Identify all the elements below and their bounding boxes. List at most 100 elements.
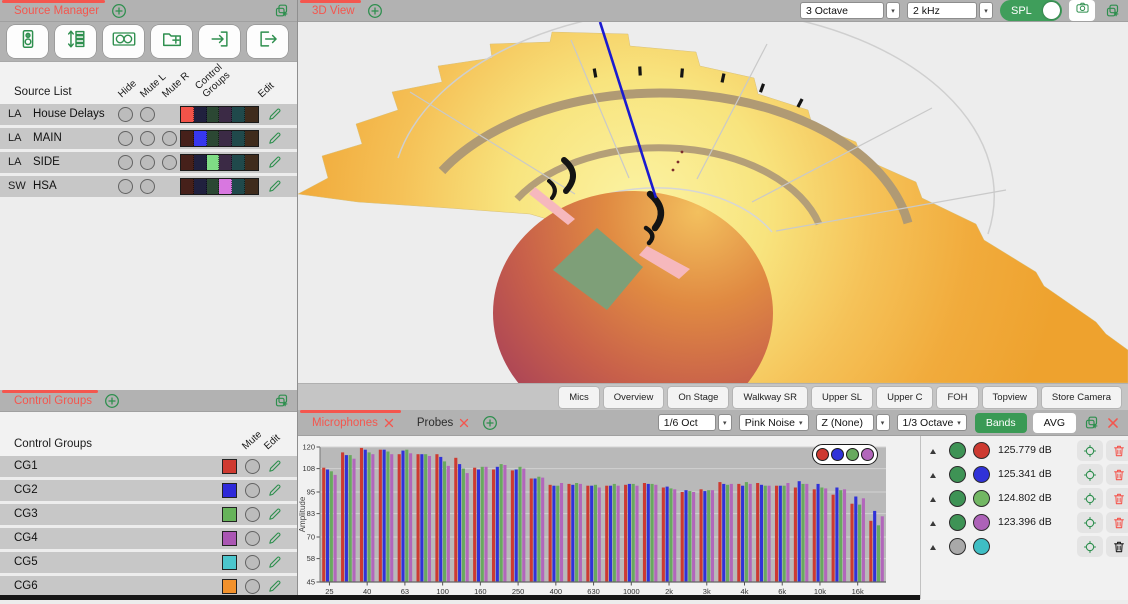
measurement-state-toggle[interactable] [949, 514, 966, 531]
source-row[interactable]: LASIDE [0, 152, 297, 173]
cg-assignment-swatch[interactable] [181, 155, 194, 170]
cg-assignment-swatch[interactable] [194, 131, 207, 146]
cg-assignment-swatch[interactable] [245, 131, 258, 146]
edit-control-group-button pencil-icon[interactable] [267, 507, 282, 522]
locate-probe-button[interactable] [1077, 440, 1103, 461]
measurement-color-swatch[interactable] [973, 442, 990, 459]
toolbar-point-source-button[interactable] [7, 25, 48, 58]
tab-source-manager[interactable]: Source Manager [0, 0, 107, 21]
spl-toggle[interactable]: SPL [1000, 0, 1062, 21]
add-measurement-tab-button[interactable] [482, 415, 498, 431]
measurement-state-toggle[interactable] [949, 466, 966, 483]
expand-triangle-icon[interactable] [930, 521, 936, 526]
edit-source-button pencil-icon[interactable] [267, 155, 282, 170]
control-group-row[interactable]: CG4 [0, 528, 297, 549]
control-group-color-swatch[interactable] [222, 531, 237, 546]
edit-source-button pencil-icon[interactable] [267, 131, 282, 146]
camera-preset-topview[interactable]: Topview [983, 387, 1037, 408]
cg-assignment-swatch[interactable] [219, 107, 232, 122]
resolution-dropdown[interactable]: 1/6 Oct [658, 414, 716, 431]
control-group-row[interactable]: CG5 [0, 552, 297, 573]
source-row[interactable]: LAHouse Delays [0, 104, 297, 125]
measurement-state-toggle[interactable] [949, 538, 966, 555]
expand-triangle-icon[interactable] [930, 473, 936, 478]
add-source-tab-button[interactable] [111, 3, 127, 19]
signal-dropdown[interactable]: Pink Noise▾ [739, 414, 809, 431]
mute-toggle[interactable] [245, 531, 260, 546]
cg-assignment-swatch[interactable] [207, 107, 220, 122]
camera-preset-upper-sl[interactable]: Upper SL [812, 387, 872, 408]
bands-button[interactable]: Bands [975, 413, 1027, 433]
close-panel-icon[interactable] [1106, 416, 1120, 430]
camera-preset-upper-c[interactable]: Upper C [877, 387, 932, 408]
cg-assignment-swatch[interactable] [245, 107, 258, 122]
duplicate-panel-icon[interactable] [1105, 3, 1120, 18]
mute-toggle[interactable] [245, 579, 260, 594]
cg-assignment-swatch[interactable] [194, 179, 207, 194]
cg-assignment-swatch[interactable] [181, 179, 194, 194]
mute-l-toggle[interactable] [140, 107, 155, 122]
measurement-color-swatch[interactable] [973, 514, 990, 531]
cg-assignment-swatch[interactable] [194, 155, 207, 170]
tab-probes[interactable]: Probes [403, 410, 478, 435]
bandwidth-dropdown-arrow[interactable]: ▾ [886, 2, 900, 19]
resolution-dropdown-arrow[interactable]: ▾ [718, 414, 732, 431]
hide-toggle[interactable] [118, 131, 133, 146]
mute-l-toggle[interactable] [140, 179, 155, 194]
camera-preset-overview[interactable]: Overview [604, 387, 664, 408]
control-group-color-swatch[interactable] [222, 483, 237, 498]
duplicate-panel-icon[interactable] [274, 3, 289, 18]
toolbar-line-array-button[interactable] [55, 25, 96, 58]
3d-scene[interactable] [298, 22, 1128, 383]
control-group-row[interactable]: CG6 [0, 576, 297, 597]
locate-probe-button[interactable] [1077, 488, 1103, 509]
avg-button[interactable]: AVG [1033, 413, 1076, 433]
control-group-color-swatch[interactable] [222, 555, 237, 570]
legend-series-dot[interactable] [831, 448, 844, 461]
cg-assignment-swatch[interactable] [232, 131, 245, 146]
toolbar-add-folder-button[interactable] [151, 25, 192, 58]
cg-assignment-swatch[interactable] [207, 179, 220, 194]
edit-control-group-button pencil-icon[interactable] [267, 531, 282, 546]
control-group-row[interactable]: CG2 [0, 480, 297, 501]
tab-microphones[interactable]: Microphones [298, 410, 403, 435]
mute-toggle[interactable] [245, 483, 260, 498]
measurement-color-swatch[interactable] [973, 466, 990, 483]
add-control-group-button[interactable] [104, 393, 120, 409]
locate-probe-button[interactable] [1077, 536, 1103, 557]
edit-source-button pencil-icon[interactable] [267, 179, 282, 194]
mute-toggle[interactable] [245, 459, 260, 474]
close-icon[interactable] [458, 417, 470, 429]
camera-preset-foh[interactable]: FOH [937, 387, 977, 408]
cg-assignment-swatch[interactable] [219, 155, 232, 170]
cg-assignment-swatch[interactable] [219, 131, 232, 146]
source-row[interactable]: LAMAIN [0, 128, 297, 149]
delete-measurement-button[interactable] [1106, 464, 1128, 485]
cg-assignment-swatch[interactable] [181, 107, 194, 122]
legend-series-dot[interactable] [816, 448, 829, 461]
cg-assignment-swatch[interactable] [194, 107, 207, 122]
measurement-state-toggle[interactable] [949, 490, 966, 507]
camera-preset-on-stage[interactable]: On Stage [668, 387, 728, 408]
toolbar-subwoofer-button[interactable] [103, 25, 144, 58]
measurement-state-toggle[interactable] [949, 442, 966, 459]
bandwidth-dropdown[interactable]: 3 Octave [800, 2, 884, 19]
control-group-color-swatch[interactable] [222, 459, 237, 474]
mute-toggle[interactable] [245, 507, 260, 522]
camera-preset-walkway-sr[interactable]: Walkway SR [733, 387, 807, 408]
tab-3d-view[interactable]: 3D View [298, 0, 363, 21]
edit-control-group-button pencil-icon[interactable] [267, 483, 282, 498]
toolbar-export-button[interactable] [247, 25, 288, 58]
frequency-dropdown[interactable]: 2 kHz [907, 2, 977, 19]
cg-assignment-swatch[interactable] [207, 131, 220, 146]
cg-assignment-swatch[interactable] [219, 179, 232, 194]
expand-triangle-icon[interactable] [930, 449, 936, 454]
add-view-button[interactable] [367, 3, 383, 19]
locate-probe-button[interactable] [1077, 512, 1103, 533]
tab-control-groups[interactable]: Control Groups [0, 390, 100, 411]
frequency-dropdown-arrow[interactable]: ▾ [979, 2, 993, 19]
mute-r-toggle[interactable] [162, 131, 177, 146]
delete-measurement-button[interactable] [1106, 488, 1128, 509]
edit-source-button pencil-icon[interactable] [267, 107, 282, 122]
measurement-color-swatch[interactable] [973, 490, 990, 507]
